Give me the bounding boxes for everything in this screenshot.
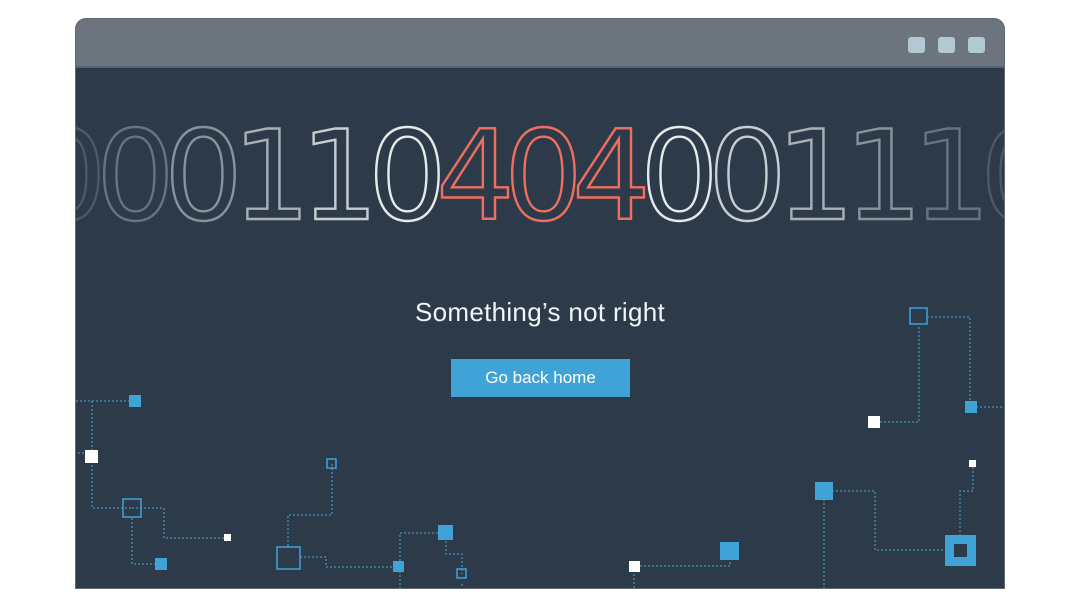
window-control-button-1[interactable] [908, 37, 925, 53]
window-control-button-2[interactable] [938, 37, 955, 53]
error-message: Something’s not right [414, 297, 666, 327]
go-back-home-button[interactable]: Go back home [451, 359, 630, 397]
window-titlebar [76, 19, 1004, 68]
window-control-button-3[interactable] [968, 37, 985, 53]
binary-error-code: 0 0 0 1 1 0 4 0 4 0 0 1 1 1 0 [76, 104, 1004, 250]
error-page: 0 0 0 1 1 0 4 0 4 0 0 1 1 1 0 Something’… [76, 68, 1004, 588]
binary-digit-edge-right: 0 [980, 105, 1004, 249]
browser-window: 0 0 0 1 1 0 4 0 4 0 0 1 1 1 0 Something’… [76, 19, 1004, 588]
